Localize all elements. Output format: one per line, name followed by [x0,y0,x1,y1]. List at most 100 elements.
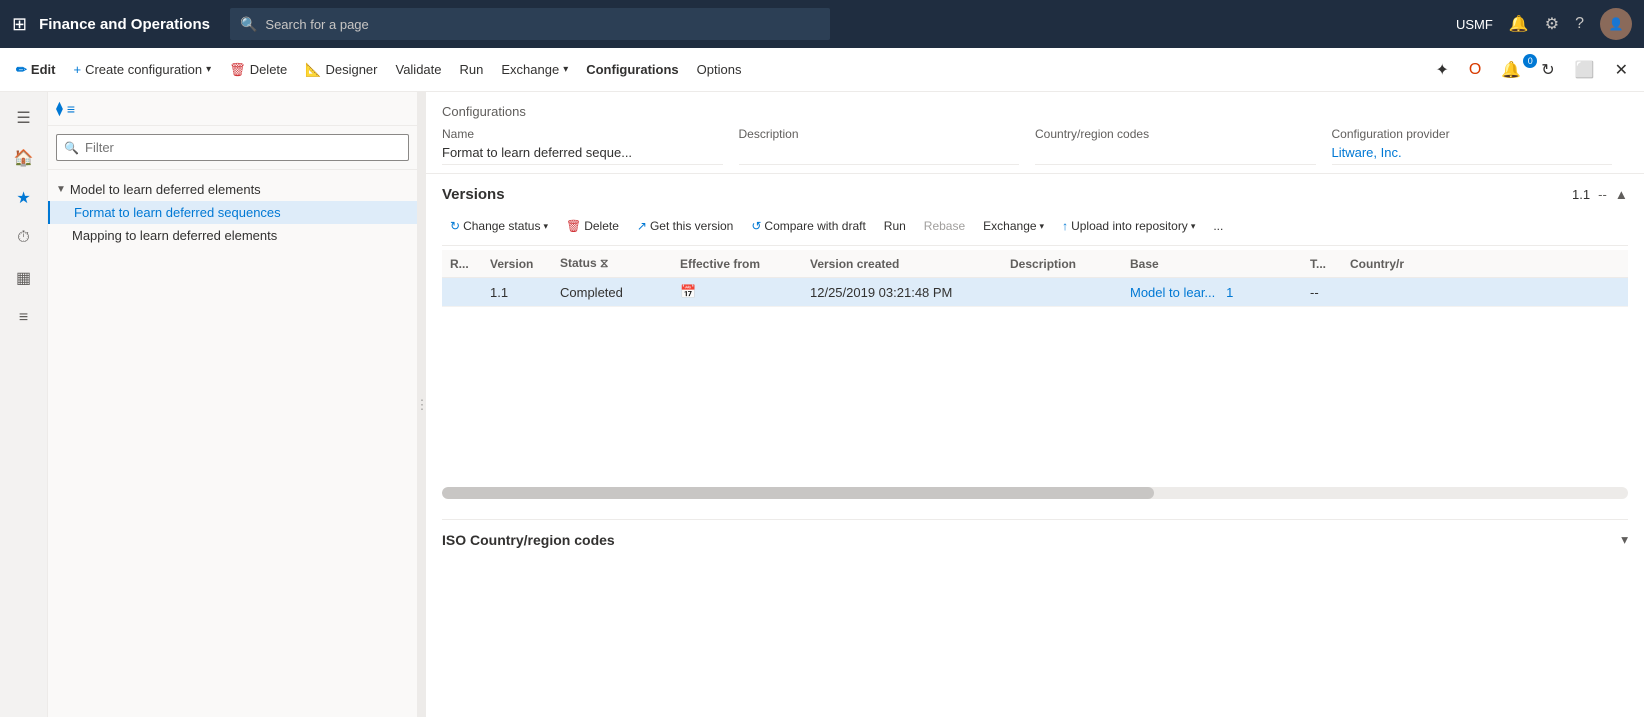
collapse-arrow-icon: ▼ [56,184,66,195]
versions-title: Versions [442,186,505,203]
sidebar-icon-workspaces[interactable]: ▦ [6,260,42,296]
edit-icon: ✏ [16,62,27,78]
filter-icon: ⧫ [56,100,63,117]
get-version-button[interactable]: ↗ Get this version [629,215,741,237]
top-nav-right: USMF 🔔 ⚙ ? 👤 [1456,8,1632,40]
office-icon[interactable]: O [1461,55,1489,85]
config-name-label: Name [442,127,723,141]
grid-icon[interactable]: ⊞ [12,14,27,35]
validate-button[interactable]: Validate [387,56,449,83]
splitter[interactable]: ⋮ [418,92,426,717]
iso-header[interactable]: ISO Country/region codes ▾ [442,532,1628,548]
versions-table: R... Version Status ⧖ Effective from Ver… [442,250,1628,307]
edit-button[interactable]: ✏ Edit [8,56,63,84]
settings-icon[interactable]: ⚙ [1545,14,1559,34]
horizontal-scrollbar[interactable] [442,487,1628,499]
rebase-button[interactable]: Rebase [916,215,973,237]
version-number: 1.1 [1572,187,1590,202]
versions-table-head: R... Version Status ⧖ Effective from Ver… [442,250,1628,278]
config-section-title: Configurations [442,104,1628,119]
config-name-value: Format to learn deferred seque... [442,145,723,165]
versions-run-button[interactable]: Run [876,215,914,237]
compare-button[interactable]: ↺ Compare with draft [743,215,873,237]
config-provider-value[interactable]: Litware, Inc. [1332,145,1613,165]
base-link[interactable]: Model to lear... [1130,285,1215,300]
iso-collapse-button[interactable]: ▾ [1621,532,1628,548]
plus-icon: + [73,62,81,77]
status-filter-icon[interactable]: ⧖ [600,256,608,270]
sidebar-icon-list[interactable]: ≡ [6,300,42,336]
exchange-ver-chevron-icon: ▾ [1040,221,1045,232]
config-country-label: Country/region codes [1035,127,1316,141]
notification-icon[interactable]: 🔔 [1509,14,1529,34]
filter-search-icon: 🔍 [64,141,79,155]
customize-icon[interactable]: ✦ [1427,54,1456,86]
col-version: Version [482,250,552,278]
tree-parent-item[interactable]: ▼ Model to learn deferred elements [48,178,417,201]
cell-description [1002,278,1122,307]
col-status: Status ⧖ [552,250,672,278]
help-icon[interactable]: ? [1575,15,1584,33]
main-content: Configurations Name Format to learn defe… [426,92,1644,717]
options-button[interactable]: Options [689,56,750,83]
versions-collapse-button[interactable]: ▲ [1615,187,1628,202]
tree-child-item-1[interactable]: Format to learn deferred sequences [48,201,417,224]
config-description-field: Description [739,127,1036,165]
action-bar-right: ✦ O 🔔 0 ↻ ⬜ ✕ [1427,54,1636,86]
sidebar-icon-home[interactable]: 🏠 [6,140,42,176]
tree-parent-label: Model to learn deferred elements [70,182,261,197]
delete-icon: 🗑 [229,62,246,78]
tree-filter-section: 🔍 [48,126,417,170]
sidebar-icon-star[interactable]: ★ [6,180,42,216]
designer-icon: 📐 [305,62,321,78]
base-version-link[interactable]: 1 [1226,285,1233,300]
maximize-icon[interactable]: ⬜ [1567,54,1603,86]
delete-button[interactable]: 🗑 Delete [221,56,295,84]
designer-button[interactable]: 📐 Designer [297,56,385,84]
versions-table-body: 1.1 Completed 📅 12/25/2019 03:21:48 PM M… [442,278,1628,307]
avatar[interactable]: 👤 [1600,8,1632,40]
versions-separator: -- [1598,187,1607,202]
change-status-button[interactable]: ↻ Change status ▾ [442,215,556,237]
table-row[interactable]: 1.1 Completed 📅 12/25/2019 03:21:48 PM M… [442,278,1628,307]
calendar-icon[interactable]: 📅 [680,284,696,299]
col-effective: Effective from [672,250,802,278]
user-label: USMF [1456,17,1493,32]
close-icon[interactable]: ✕ [1607,54,1636,86]
exchange-button[interactable]: Exchange ▾ [493,56,576,83]
sidebar-icon-recent[interactable]: ⏱ [6,220,42,256]
search-placeholder: Search for a page [265,17,368,32]
alert-badge: 0 [1523,54,1537,68]
cell-country [1342,278,1628,307]
configurations-button[interactable]: Configurations [578,56,686,83]
top-navigation: ⊞ Finance and Operations 🔍 Search for a … [0,0,1644,48]
sidebar-icon-hamburger[interactable]: ☰ [6,100,42,136]
versions-exchange-button[interactable]: Exchange ▾ [975,215,1052,237]
change-status-chevron-icon: ▾ [543,221,548,232]
refresh-icon[interactable]: ↻ [1533,54,1562,86]
tree-filter-input[interactable] [56,134,409,161]
config-provider-label: Configuration provider [1332,127,1613,141]
tree-child-item-2[interactable]: Mapping to learn deferred elements [48,224,417,247]
col-country: Country/r [1342,250,1628,278]
compare-icon: ↺ [751,219,761,233]
create-configuration-button[interactable]: + Create configuration ▾ [65,56,219,83]
cell-created: 12/25/2019 03:21:48 PM [802,278,1002,307]
col-t: T... [1302,250,1342,278]
config-description-value [739,145,1020,165]
more-button[interactable]: ... [1205,215,1231,237]
tree-content: ▼ Model to learn deferred elements Forma… [48,170,417,717]
versions-delete-button[interactable]: 🗑 Delete [558,215,627,237]
config-country-field: Country/region codes [1035,127,1332,165]
iso-section: ISO Country/region codes ▾ [442,519,1628,560]
config-name-field: Name Format to learn deferred seque... [442,127,739,165]
upload-button[interactable]: ↑ Upload into repository ▾ [1054,215,1203,237]
get-version-icon: ↗ [637,219,647,233]
scrollbar-thumb [442,487,1154,499]
list-icon: ≡ [67,101,75,117]
exchange-chevron-icon: ▾ [563,64,568,75]
run-button[interactable]: Run [452,56,492,83]
cell-t: -- [1302,278,1342,307]
upload-chevron-icon: ▾ [1191,221,1196,232]
search-bar[interactable]: 🔍 Search for a page [230,8,830,40]
